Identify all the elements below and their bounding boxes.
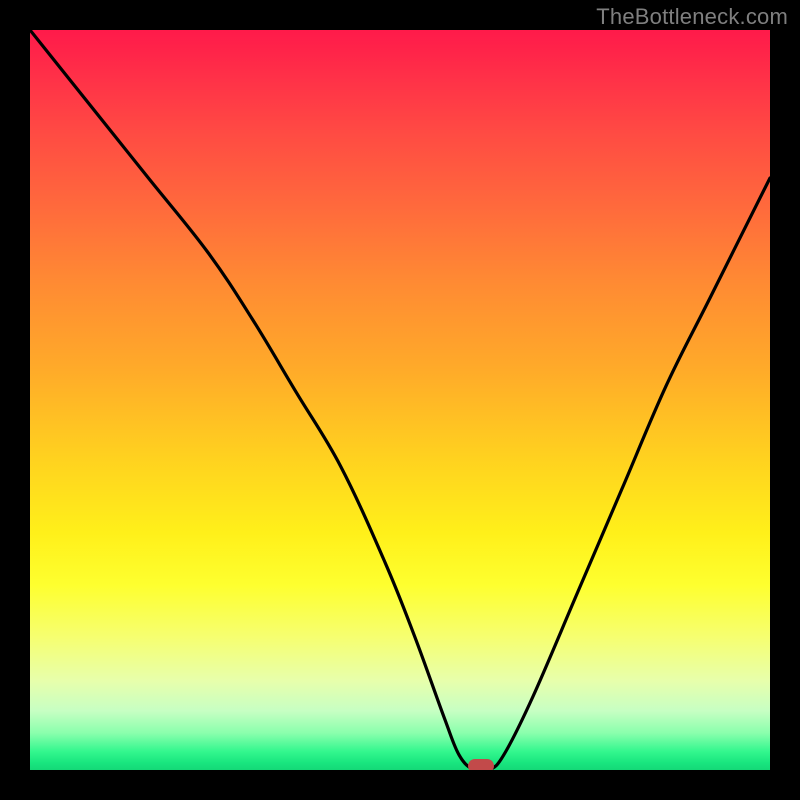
chart-frame: TheBottleneck.com xyxy=(0,0,800,800)
optimal-point-marker xyxy=(468,759,494,770)
watermark-text: TheBottleneck.com xyxy=(596,4,788,30)
plot-area xyxy=(30,30,770,770)
bottleneck-curve xyxy=(30,30,770,770)
